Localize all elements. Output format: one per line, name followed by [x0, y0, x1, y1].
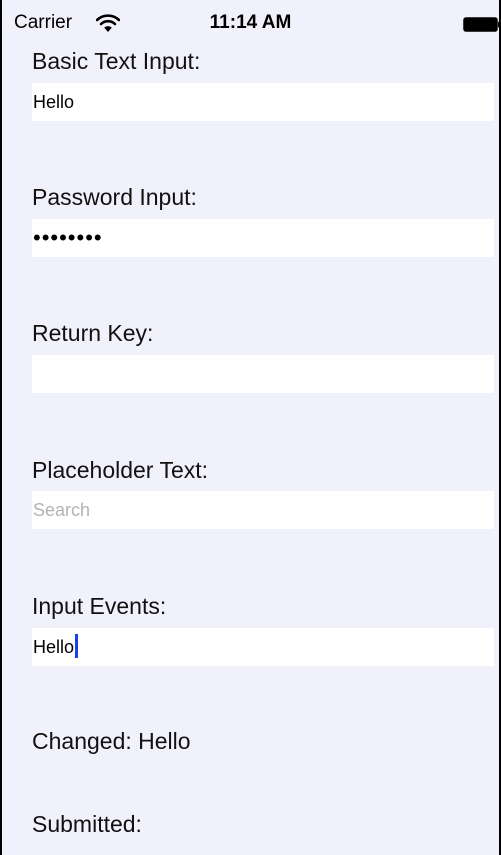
basic-text-input[interactable]: Hello [32, 83, 494, 121]
text-cursor [75, 634, 79, 658]
app-screen: Carrier 11:14 AM Basic Text Input: Hello… [0, 0, 501, 855]
search-input[interactable] [32, 491, 494, 529]
return-key-label: Return Key: [32, 320, 154, 346]
input-events-value: Hello [33, 637, 75, 657]
changed-text: Changed: Hello [32, 728, 191, 754]
input-events-text: Hello [33, 628, 79, 666]
input-events-input[interactable]: Hello [32, 628, 494, 666]
battery-icon [463, 17, 499, 32]
password-masked-value: •••••••• [33, 225, 103, 250]
basic-text-input-label: Basic Text Input: [32, 48, 201, 74]
return-key-input[interactable] [32, 355, 494, 393]
input-events-label: Input Events: [32, 593, 167, 619]
status-time: 11:14 AM [209, 12, 292, 33]
status-bar: Carrier 11:14 AM [2, 0, 499, 36]
password-input-label: Password Input: [32, 184, 197, 210]
password-input[interactable]: •••••••• [32, 219, 494, 257]
placeholder-text-field[interactable] [32, 491, 494, 529]
placeholder-text-label: Placeholder Text: [32, 457, 209, 483]
submitted-text: Submitted: [32, 811, 142, 837]
basic-text-input-value: Hello [33, 92, 75, 112]
